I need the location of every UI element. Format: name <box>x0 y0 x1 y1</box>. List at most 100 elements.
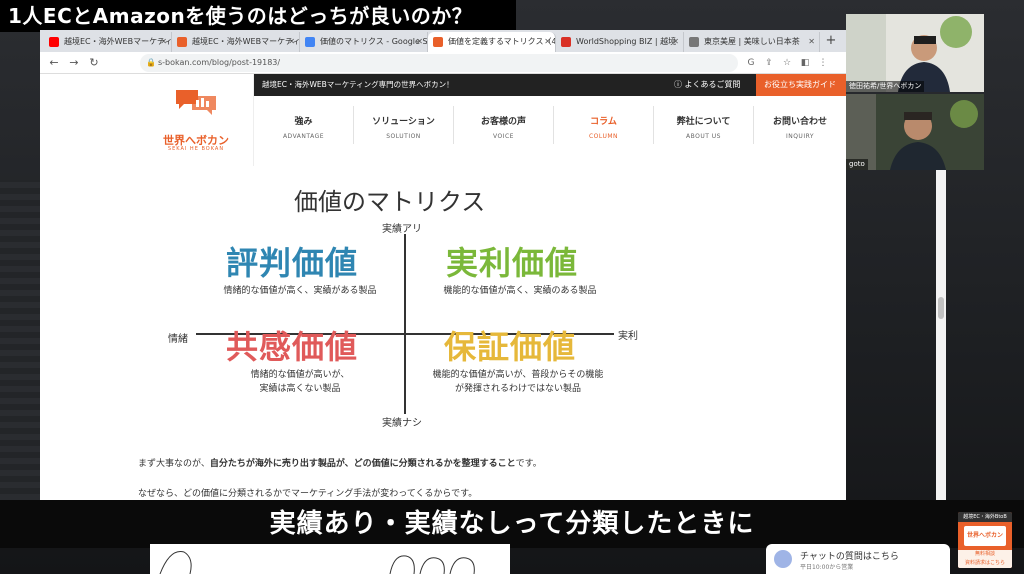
nav-item-solution[interactable]: ソリューション SOLUTION <box>354 106 454 144</box>
menu-icon[interactable]: ⋮ <box>816 56 830 70</box>
article-text: です。 <box>515 459 542 469</box>
page-scrollbar[interactable] <box>936 135 946 500</box>
tab-label: WorldShopping BIZ | 越境 <box>576 37 677 46</box>
browser-tab[interactable]: 越境EC・海外WEBマーケティ ✕ <box>172 32 300 52</box>
speech-bubble-logo-icon <box>176 90 216 115</box>
site-tagline: 越境EC・海外WEBマーケティング専門の世界へボカン！ <box>262 80 454 89</box>
channel-logo-mark: 世界へボカン <box>964 526 1006 546</box>
nav-label: 弊社について <box>676 117 731 127</box>
close-tab-icon[interactable]: ✕ <box>416 32 423 52</box>
tab-label: 価値のマトリクス - Google Se <box>320 37 428 46</box>
tab-label: 越境EC・海外WEBマーケティ <box>192 37 300 46</box>
article-paragraph-2: なぜなら、どの価値に分類されるかでマーケティング手法が変わってくるからです。 <box>138 489 478 499</box>
close-tab-icon[interactable]: ✕ <box>288 32 295 52</box>
quadrant-empathy-desc-1: 情緒的な価値が高いが、 <box>250 370 350 380</box>
browser-tab-active[interactable]: 価値を定義するマトリクス（4) ✕ <box>428 32 556 52</box>
tab-label: 価値を定義するマトリクス（4) <box>448 37 556 46</box>
chat-label: チャットの質問はこちら <box>800 552 899 562</box>
article-paragraph-1: まず大事なのが、自分たちが海外に売り出す製品が、どの価値に分類されるかを整理する… <box>138 456 542 469</box>
matrix-title: 価値のマトリクス <box>294 188 486 216</box>
google-icon[interactable]: G <box>744 56 758 70</box>
browser-tab[interactable]: 東京美屋 | 美味しい日本茶 ✕ <box>684 32 820 52</box>
nav-label: コラム <box>590 117 617 127</box>
worldshopping-favicon-icon <box>561 37 571 47</box>
article-text: まず大事なのが、 <box>138 459 210 469</box>
site-topbar: 越境EC・海外WEBマーケティング専門の世界へボカン！ ⓘ よくあるご質問 お役… <box>254 74 846 96</box>
web-page: 世界へボカン SEKAI HE BOKAN 越境EC・海外WEBマーケティング専… <box>40 74 846 500</box>
participant-name: 徳田祐希/世界へボカン <box>846 81 925 92</box>
axis-top-label: 実績アリ <box>382 224 422 235</box>
nav-label: お問い合わせ <box>772 117 827 127</box>
channel-logo-foot-1: 無料相談 <box>974 551 995 557</box>
nav-sublabel: INQUIRY <box>785 133 815 140</box>
sketch-illustration <box>150 544 510 574</box>
axis-bottom-label: 実績ナシ <box>382 418 422 429</box>
share-icon[interactable]: ⇪ <box>762 56 776 70</box>
quadrant-reputation-desc: 情緒的な価値が高く、実績がある製品 <box>223 286 377 296</box>
back-arrow-icon[interactable]: ← <box>46 55 62 71</box>
site-favicon-icon <box>433 37 443 47</box>
quadrant-assurance-desc-1: 機能的な価値が高いが、普段からその機能 <box>432 370 604 380</box>
video-title-banner: 1人ECとAmazonを使うのはどっちが良いのか？ <box>0 0 516 32</box>
participant-video-1: 徳田祐希/世界へボカン <box>846 14 984 92</box>
tab-label: 東京美屋 | 美味しい日本茶 <box>704 37 800 46</box>
quadrant-practical-desc: 機能的な価値が高く、実績のある製品 <box>443 286 597 296</box>
vertical-axis <box>404 234 406 414</box>
browser-tab[interactable]: WorldShopping BIZ | 越境 ✕ <box>556 32 684 52</box>
tab-strip: 越境EC・海外WEBマーケティ ✕ 越境EC・海外WEBマーケティ ✕ 価値のマ… <box>40 30 846 52</box>
channel-logo-foot-2: 資料請求はこちら <box>964 560 1005 566</box>
channel-logo-foot: 無料相談 資料請求はこちら <box>958 550 1012 568</box>
site-header: 世界へボカン SEKAI HE BOKAN 越境EC・海外WEBマーケティング専… <box>138 74 846 166</box>
channel-logo-top: 越境EC・海外BtoB <box>958 512 1012 522</box>
chat-widget[interactable]: チャットの質問はこちら 平日10:00から営業 <box>766 544 950 574</box>
people-sketch-icon <box>159 550 475 574</box>
quadrant-assurance-desc-2: が発揮されるわけではない製品 <box>454 384 581 394</box>
article-text-bold: 自分たちが海外に売り出す製品が、どの価値に分類されるかを整理すること <box>209 459 516 469</box>
faq-link[interactable]: ⓘ よくあるご質問 <box>674 74 741 96</box>
browser-tab[interactable]: 越境EC・海外WEBマーケティ ✕ <box>44 32 172 52</box>
question-circle-icon: ⓘ <box>674 80 685 89</box>
site-favicon-icon <box>177 37 187 47</box>
close-tab-icon[interactable]: ✕ <box>544 32 551 52</box>
nav-item-inquiry[interactable]: お問い合わせ INQUIRY <box>754 106 846 144</box>
scrollbar-thumb[interactable] <box>938 297 944 319</box>
quadrant-practical-heading: 実利価値 <box>446 244 579 282</box>
axis-right-label: 実利 <box>618 331 638 342</box>
nav-item-column[interactable]: コラム COLUMN <box>554 106 654 144</box>
quadrant-reputation-heading: 評判価値 <box>226 244 359 282</box>
close-tab-icon[interactable]: ✕ <box>160 32 167 52</box>
background-stripes <box>0 180 40 500</box>
quadrant-assurance-heading: 保証価値 <box>444 328 577 366</box>
participant-video-2: goto <box>846 94 984 170</box>
nav-item-about[interactable]: 弊社について ABOUT US <box>654 106 754 144</box>
site-nav: 強み ADVANTAGE ソリューション SOLUTION お客様の声 VOIC… <box>254 106 846 150</box>
guide-cta-button[interactable]: お役立ち実践ガイド <box>756 74 846 96</box>
forward-arrow-icon[interactable]: → <box>66 55 82 71</box>
nav-sublabel: SOLUTION <box>386 133 421 140</box>
nav-item-advantage[interactable]: 強み ADVANTAGE <box>254 106 354 144</box>
axis-left-label: 情緒 <box>168 334 188 345</box>
browser-tab[interactable]: 価値のマトリクス - Google Se ✕ <box>300 32 428 52</box>
google-favicon-icon <box>305 37 315 47</box>
nav-label: お客様の声 <box>480 117 526 127</box>
browser-window: 越境EC・海外WEBマーケティ ✕ 越境EC・海外WEBマーケティ ✕ 価値のマ… <box>40 30 846 500</box>
nav-sublabel: VOICE <box>493 133 514 140</box>
nav-sublabel: ADVANTAGE <box>282 133 325 140</box>
video-subtitle: 実績あり・実績なしって分類したときに <box>0 500 1024 548</box>
site-logo[interactable]: 世界へボカン SEKAI HE BOKAN <box>138 74 254 166</box>
address-bar[interactable]: 🔒 s-bokan.com/blog/post-19183/ <box>140 54 738 72</box>
new-tab-plus-icon[interactable]: + <box>822 32 840 50</box>
extension-icon[interactable]: ◧ <box>798 56 812 70</box>
quadrant-empathy-desc-2: 実績は高くない製品 <box>259 384 341 394</box>
nav-label: ソリューション <box>372 117 435 127</box>
reload-icon[interactable]: ↻ <box>86 55 102 71</box>
nav-item-voice[interactable]: お客様の声 VOICE <box>454 106 554 144</box>
close-tab-icon[interactable]: ✕ <box>672 32 679 52</box>
participant-name: goto <box>846 159 868 170</box>
close-tab-icon[interactable]: ✕ <box>808 32 815 52</box>
nav-sublabel: COLUMN <box>588 133 618 140</box>
nav-sublabel: ABOUT US <box>685 133 721 140</box>
faq-label: よくあるご質問 <box>684 80 741 89</box>
lock-icon: 🔒 <box>146 58 156 67</box>
bookmark-star-icon[interactable]: ☆ <box>780 56 794 70</box>
